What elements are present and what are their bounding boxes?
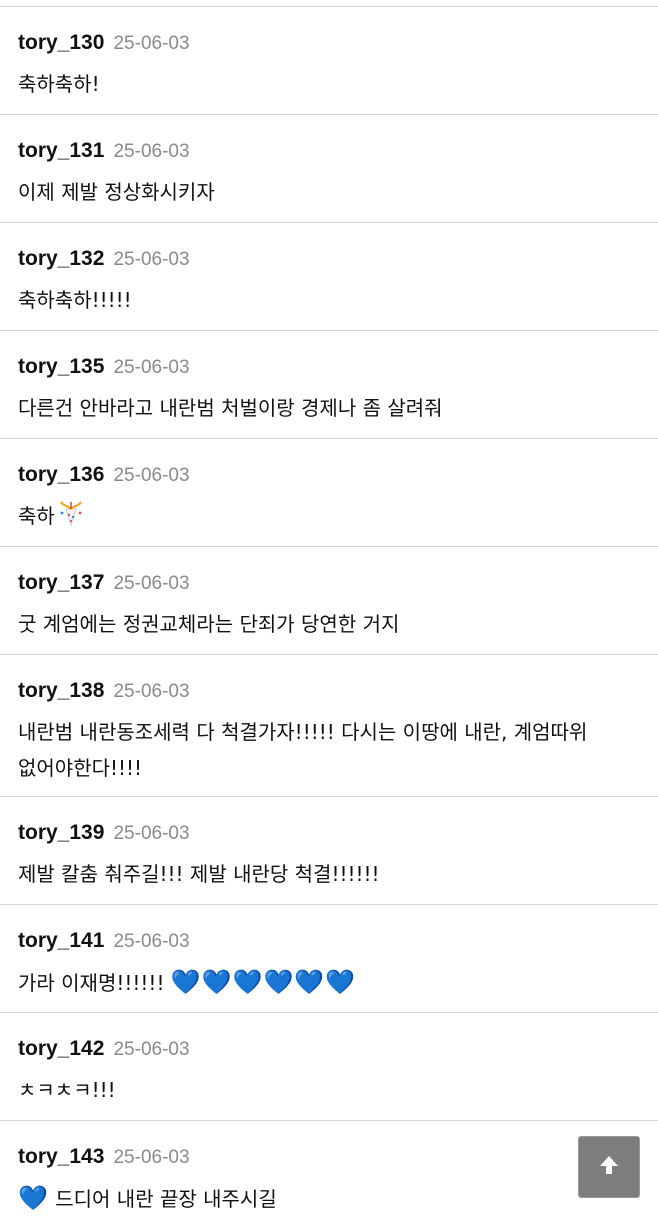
comment-author[interactable]: tory_137: [18, 571, 104, 594]
comment-text-content: 축하축하!!!!!: [18, 288, 132, 312]
comment-author[interactable]: tory_131: [18, 139, 104, 162]
comment-date: 25-06-03: [113, 681, 190, 702]
comment-author[interactable]: tory_138: [18, 679, 104, 702]
comment-text-content: 드디어 내란 끝장 내주시길: [48, 1187, 277, 1211]
comment-item: tory_132 25-06-03 축하축하!!!!!: [0, 223, 658, 331]
comment-text: 내란범 내란동조세력 다 척결가자!!!!! 다시는 이땅에 내란, 계엄따위 …: [18, 714, 640, 786]
comment-meta: tory_142 25-06-03: [18, 1036, 640, 1062]
comment-meta: tory_138 25-06-03: [18, 678, 640, 704]
comment-date: 25-06-03: [113, 823, 190, 844]
comment-text: 축하: [18, 498, 640, 538]
comment-item: tory_135 25-06-03 다른건 안바라고 내란범 처벌이랑 경제나 …: [0, 331, 658, 439]
comment-text: 축하축하!!!!!: [18, 282, 640, 318]
comment-date: 25-06-03: [113, 141, 190, 162]
comment-date: 25-06-03: [113, 1039, 190, 1060]
comment-text-content: 가라 이재명!!!!!!: [18, 971, 171, 995]
comment-author[interactable]: tory_130: [18, 31, 104, 54]
arrow-up-icon: [597, 1153, 621, 1181]
comment-text-content: 축하: [18, 504, 55, 528]
comment-meta: tory_141 25-06-03: [18, 928, 640, 954]
comment-meta: tory_143 25-06-03: [18, 1144, 640, 1170]
comment-text: 축하축하!: [18, 66, 640, 102]
comment-author[interactable]: tory_141: [18, 929, 104, 952]
comment-author[interactable]: tory_142: [18, 1037, 104, 1060]
comment-text: 다른건 안바라고 내란범 처벌이랑 경제나 좀 살려줘: [18, 390, 640, 426]
comment-meta: tory_139 25-06-03: [18, 820, 640, 846]
comment-item: tory_143 25-06-03 💙 드디어 내란 끝장 내주시길: [0, 1121, 658, 1229]
comment-text: 제발 칼춤 춰주길!!! 제발 내란당 척결!!!!!!: [18, 856, 640, 892]
blue-heart-icon: 💙: [18, 1184, 49, 1212]
comment-author[interactable]: tory_143: [18, 1145, 104, 1168]
comment-author[interactable]: tory_132: [18, 247, 104, 270]
comment-text-content: 굿 계엄에는 정권교체라는 단죄가 당연한 거지: [18, 612, 400, 636]
comment-item: tory_131 25-06-03 이제 제발 정상화시키자: [0, 115, 658, 223]
scroll-to-top-button[interactable]: [578, 1136, 640, 1198]
comment-author[interactable]: tory_135: [18, 355, 104, 378]
comment-text-content: 이제 제발 정상화시키자: [18, 180, 215, 204]
comment-item: tory_130 25-06-03 축하축하!: [0, 7, 658, 115]
comment-text: 굿 계엄에는 정권교체라는 단죄가 당연한 거지: [18, 606, 640, 642]
comment-author[interactable]: tory_139: [18, 821, 104, 844]
party-popper-icon: [57, 499, 85, 538]
comment-item: tory_136 25-06-03 축하: [0, 439, 658, 547]
comment-text-content: 제발 칼춤 춰주길!!! 제발 내란당 척결!!!!!!: [18, 862, 380, 886]
comment-meta: tory_135 25-06-03: [18, 354, 640, 380]
comment-author[interactable]: tory_136: [18, 463, 104, 486]
comment-date: 25-06-03: [113, 465, 190, 486]
top-divider: [0, 0, 658, 7]
comment-text: 이제 제발 정상화시키자: [18, 174, 640, 210]
blue-heart-icon: 💙💙💙💙💙💙: [170, 968, 357, 996]
comment-item: tory_142 25-06-03 ㅊㅋㅊㅋ!!!: [0, 1013, 658, 1121]
comment-item: tory_138 25-06-03 내란범 내란동조세력 다 척결가자!!!!!…: [0, 655, 658, 797]
comment-list: tory_130 25-06-03 축하축하! tory_131 25-06-0…: [0, 7, 658, 1229]
comment-date: 25-06-03: [113, 573, 190, 594]
comment-date: 25-06-03: [113, 931, 190, 952]
comment-meta: tory_130 25-06-03: [18, 30, 640, 56]
comment-text: ㅊㅋㅊㅋ!!!: [18, 1072, 640, 1108]
comment-text-content: 내란범 내란동조세력 다 척결가자!!!!! 다시는 이땅에 내란, 계엄따위 …: [18, 720, 588, 780]
comment-text-content: 다른건 안바라고 내란범 처벌이랑 경제나 좀 살려줘: [18, 396, 443, 420]
comment-text-content: 축하축하!: [18, 72, 100, 96]
comment-date: 25-06-03: [113, 357, 190, 378]
comment-text: 가라 이재명!!!!!! 💙💙💙💙💙💙: [18, 964, 640, 1001]
comment-date: 25-06-03: [113, 1147, 190, 1168]
comment-meta: tory_136 25-06-03: [18, 462, 640, 488]
comment-text-content: ㅊㅋㅊㅋ!!!: [18, 1078, 116, 1102]
comment-text: 💙 드디어 내란 끝장 내주시길: [18, 1180, 640, 1217]
comment-item: tory_141 25-06-03 가라 이재명!!!!!! 💙💙💙💙💙💙: [0, 905, 658, 1013]
comment-date: 25-06-03: [113, 249, 190, 270]
comment-meta: tory_137 25-06-03: [18, 570, 640, 596]
comment-meta: tory_132 25-06-03: [18, 246, 640, 272]
comment-date: 25-06-03: [113, 33, 190, 54]
comment-meta: tory_131 25-06-03: [18, 138, 640, 164]
comment-item: tory_137 25-06-03 굿 계엄에는 정권교체라는 단죄가 당연한 …: [0, 547, 658, 655]
comment-item: tory_139 25-06-03 제발 칼춤 춰주길!!! 제발 내란당 척결…: [0, 797, 658, 905]
